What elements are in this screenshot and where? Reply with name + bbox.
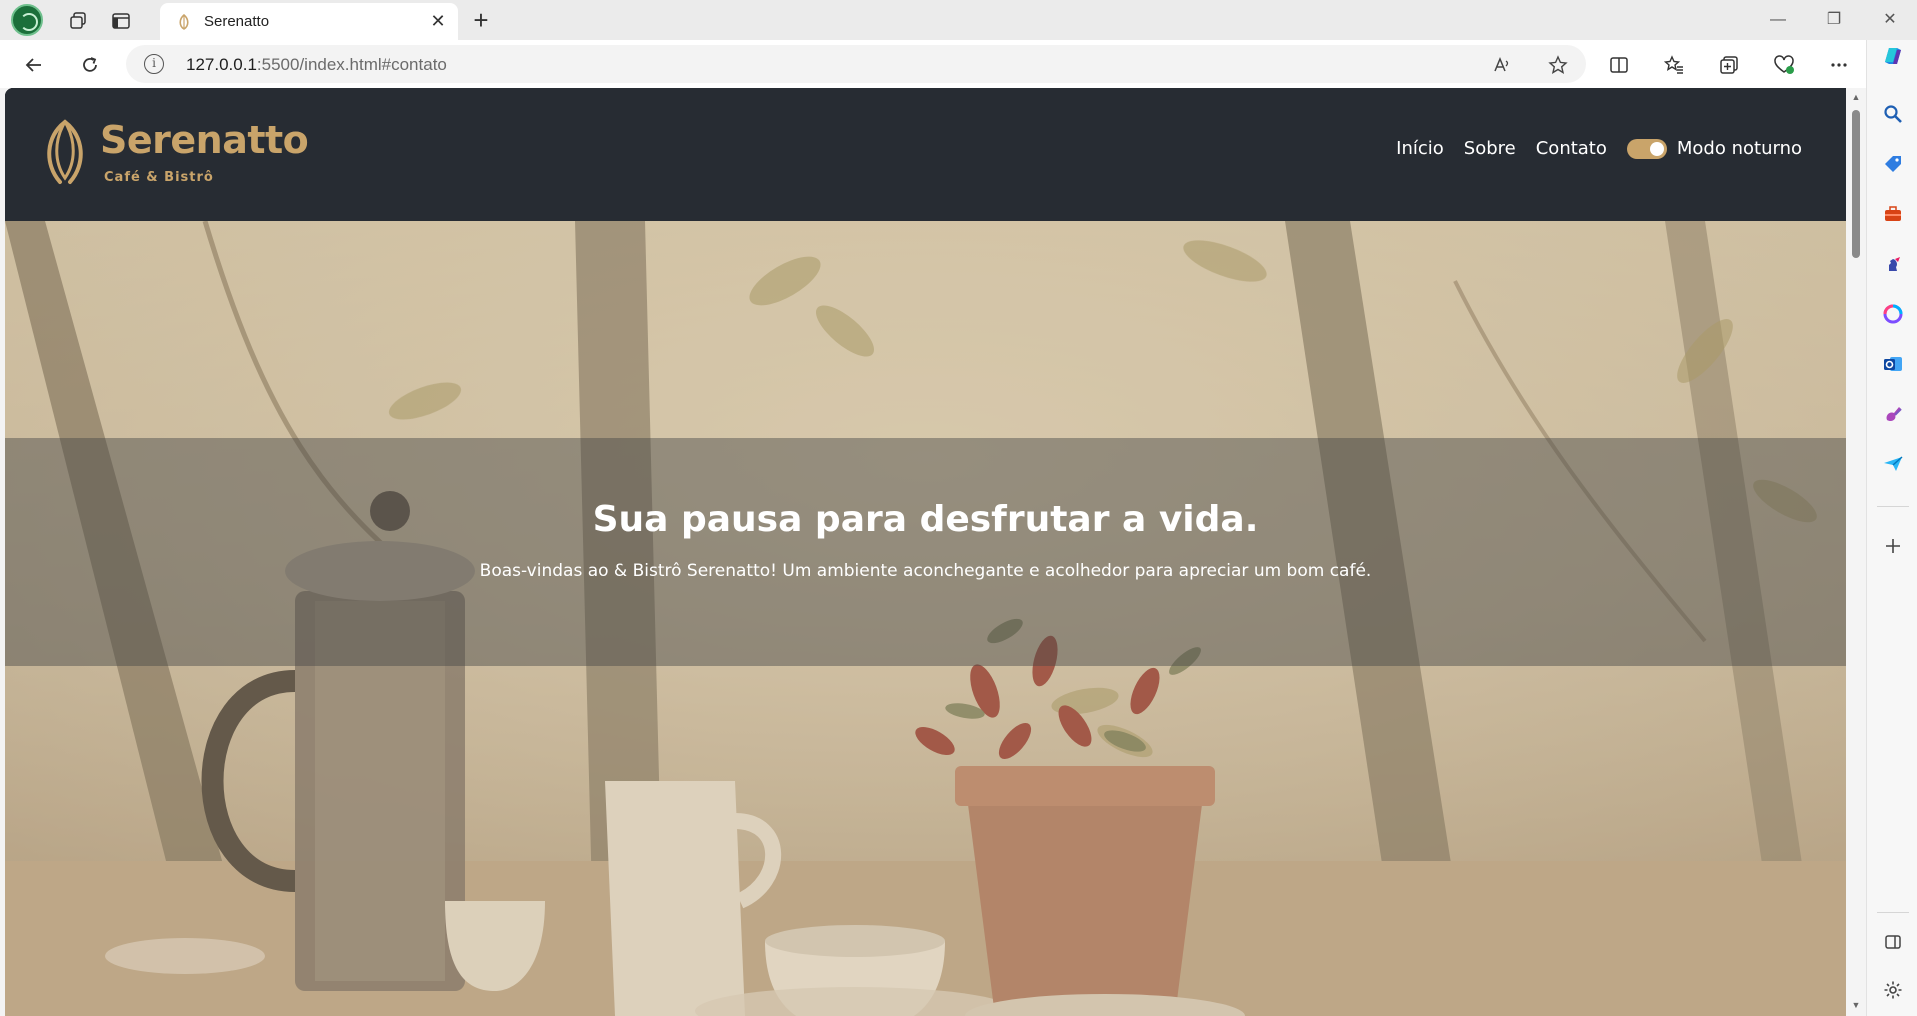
nav-link-inicio[interactable]: Início	[1396, 138, 1444, 159]
new-tab-icon[interactable]: +	[466, 6, 496, 36]
profile-avatar[interactable]	[11, 4, 43, 36]
edge-sidebar	[1866, 40, 1917, 1016]
browser-titlebar: Serenatto ✕ + — ❐ ✕	[0, 0, 1917, 40]
hero-text-band	[5, 438, 1846, 666]
url-host: 127.0.0.1	[186, 55, 257, 74]
dark-mode-label: Modo noturno	[1676, 138, 1802, 159]
nav-link-contato[interactable]: Contato	[1536, 138, 1607, 159]
favorite-star-icon[interactable]	[1546, 53, 1570, 77]
outlook-icon[interactable]	[1879, 350, 1907, 378]
nav-link-sobre[interactable]: Sobre	[1464, 138, 1516, 159]
workspaces-icon[interactable]	[63, 6, 93, 36]
split-panel-icon[interactable]	[1879, 928, 1907, 956]
url-path: :5500/index.html#contato	[256, 55, 447, 74]
chess-icon[interactable]	[1879, 250, 1907, 278]
close-window-icon[interactable]: ✕	[1870, 6, 1910, 34]
page-scrollbar[interactable]: ▲ ▼	[1846, 88, 1866, 1016]
vertical-tabs-icon[interactable]	[106, 6, 136, 36]
designer-icon[interactable]	[1879, 400, 1907, 428]
tab-title: Serenatto	[204, 13, 270, 30]
browser-toolbar: i 127.0.0.1:5500/index.html#contato	[0, 40, 1917, 88]
hero-subtitle: Boas-vindas ao & Bistrô Serenatto! Um am…	[479, 561, 1372, 581]
send-icon[interactable]	[1879, 450, 1907, 478]
back-icon[interactable]	[19, 50, 49, 80]
coffee-bean-logo-icon	[47, 119, 83, 184]
tag-icon[interactable]	[1879, 150, 1907, 178]
site-info-icon[interactable]: i	[144, 54, 164, 74]
tab-serenatto[interactable]: Serenatto ✕	[160, 3, 458, 40]
dark-mode-toggle[interactable]	[1626, 138, 1667, 159]
sidebar-separator	[1877, 506, 1909, 507]
scroll-up-icon[interactable]: ▲	[1851, 92, 1861, 102]
url-text[interactable]: 127.0.0.1:5500/index.html#contato	[186, 55, 447, 75]
address-bar[interactable]: i 127.0.0.1:5500/index.html#contato	[126, 45, 1586, 83]
copilot-icon[interactable]	[1877, 40, 1909, 72]
split-screen-icon[interactable]	[1604, 50, 1634, 80]
sidebar-separator-bottom	[1877, 912, 1909, 913]
read-aloud-icon[interactable]	[1490, 53, 1514, 77]
tab-close-icon[interactable]: ✕	[426, 9, 450, 33]
browser-essentials-icon[interactable]	[1769, 50, 1799, 80]
minimize-icon[interactable]: —	[1758, 6, 1798, 34]
logo-name: Serenatto	[100, 118, 309, 162]
more-options-icon[interactable]	[1824, 50, 1854, 80]
copilot-circle-icon[interactable]	[1879, 300, 1907, 328]
search-icon[interactable]	[1879, 100, 1907, 128]
hero-title: Sua pausa para desfrutar a vida.	[592, 499, 1259, 540]
scroll-down-icon[interactable]: ▼	[1851, 1000, 1861, 1010]
toolbox-icon[interactable]	[1879, 200, 1907, 228]
settings-icon[interactable]	[1879, 976, 1907, 1004]
logo-subtitle: Café & Bistrô	[104, 170, 214, 185]
site-nav: Início Sobre Contato Modo noturno	[1396, 138, 1802, 159]
refresh-icon[interactable]	[75, 50, 105, 80]
page-viewport: Serenatto Café & Bistrô Início Sobre Con…	[5, 88, 1846, 1016]
serenatto-favicon-icon	[179, 13, 189, 30]
site-header: Serenatto Café & Bistrô Início Sobre Con…	[5, 88, 1846, 221]
hero-section: Sua pausa para desfrutar a vida. Boas-vi…	[5, 221, 1846, 1016]
serenatto-logo[interactable]: Serenatto Café & Bistrô	[38, 118, 309, 190]
scroll-thumb[interactable]	[1852, 110, 1860, 258]
favorites-icon[interactable]	[1659, 50, 1689, 80]
restore-icon[interactable]: ❐	[1814, 6, 1854, 34]
add-icon[interactable]	[1879, 532, 1907, 560]
collections-icon[interactable]	[1714, 50, 1744, 80]
